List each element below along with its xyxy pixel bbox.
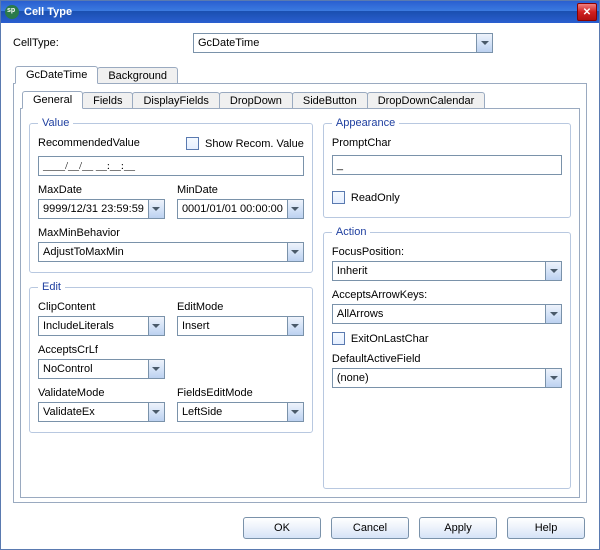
tab-dropdowncalendar[interactable]: DropDownCalendar bbox=[367, 92, 486, 108]
defaultactivefield-combo[interactable]: (none) bbox=[332, 368, 562, 388]
chevron-down-icon[interactable] bbox=[287, 403, 303, 421]
tab-displayfields[interactable]: DisplayFields bbox=[132, 92, 219, 108]
outer-tabstrip: GcDateTime Background bbox=[13, 65, 587, 83]
mindate-combo[interactable]: 0001/01/01 00:00:00 bbox=[177, 199, 304, 219]
value-legend: Value bbox=[38, 117, 73, 129]
inner-tabstrip: General Fields DisplayFields DropDown Si… bbox=[20, 90, 580, 108]
maxminbehavior-value: AdjustToMaxMin bbox=[39, 243, 287, 261]
close-button[interactable]: ✕ bbox=[577, 3, 597, 21]
fieldseditmode-label: FieldsEditMode bbox=[177, 387, 304, 399]
recommendedvalue-label: RecommendedValue bbox=[38, 137, 174, 149]
readonly-checkbox[interactable]: ReadOnly bbox=[332, 191, 400, 204]
tab-dropdown[interactable]: DropDown bbox=[219, 92, 293, 108]
exitonlastchar-label: ExitOnLastChar bbox=[351, 333, 429, 345]
editmode-value: Insert bbox=[178, 317, 287, 335]
chevron-down-icon[interactable] bbox=[545, 305, 561, 323]
defaultactivefield-value: (none) bbox=[333, 369, 545, 387]
action-legend: Action bbox=[332, 226, 371, 238]
action-group: Action FocusPosition: Inherit bbox=[323, 226, 571, 489]
edit-legend: Edit bbox=[38, 281, 65, 293]
promptchar-input[interactable]: _ bbox=[332, 155, 562, 175]
dialog-content: CellType: GcDateTime GcDateTime Backgrou… bbox=[1, 23, 599, 509]
chevron-down-icon[interactable] bbox=[287, 200, 303, 218]
chevron-down-icon[interactable] bbox=[545, 262, 561, 280]
validatemode-value: ValidateEx bbox=[39, 403, 148, 421]
editmode-combo[interactable]: Insert bbox=[177, 316, 304, 336]
maxminbehavior-combo[interactable]: AdjustToMaxMin bbox=[38, 242, 304, 262]
tab-sidebutton[interactable]: SideButton bbox=[292, 92, 368, 108]
chevron-down-icon[interactable] bbox=[148, 200, 164, 218]
left-column: Value RecommendedValue Show Recom. bbox=[29, 117, 313, 489]
outer-tabcontrol: GcDateTime Background General Fields Dis… bbox=[13, 65, 587, 503]
chevron-down-icon[interactable] bbox=[287, 243, 303, 261]
right-column: Appearance PromptChar _ ReadOnly bbox=[323, 117, 571, 489]
maxdate-label: MaxDate bbox=[38, 184, 165, 196]
exitonlastchar-checkbox[interactable]: ExitOnLastChar bbox=[332, 332, 429, 345]
showrecom-checkbox[interactable]: Show Recom. Value bbox=[186, 137, 304, 150]
checkbox-icon bbox=[332, 332, 345, 345]
cancel-button[interactable]: Cancel bbox=[331, 517, 409, 539]
tab-gcdatetime[interactable]: GcDateTime bbox=[15, 66, 98, 84]
acceptscrlf-value: NoControl bbox=[39, 360, 148, 378]
tab-fields[interactable]: Fields bbox=[82, 92, 133, 108]
celltype-row: CellType: GcDateTime bbox=[13, 33, 587, 53]
tab-background[interactable]: Background bbox=[97, 67, 178, 83]
acceptsarrowkeys-combo[interactable]: AllArrows bbox=[332, 304, 562, 324]
apply-button[interactable]: Apply bbox=[419, 517, 497, 539]
fieldseditmode-combo[interactable]: LeftSide bbox=[177, 402, 304, 422]
acceptsarrowkeys-label: AcceptsArrowKeys: bbox=[332, 289, 562, 301]
value-group: Value RecommendedValue Show Recom. bbox=[29, 117, 313, 273]
app-icon bbox=[5, 5, 19, 19]
validatemode-label: ValidateMode bbox=[38, 387, 165, 399]
maxdate-value: 9999/12/31 23:59:59 bbox=[39, 200, 148, 218]
dialog-button-row: OK Cancel Apply Help bbox=[1, 509, 599, 549]
dialog-window: Cell Type ✕ CellType: GcDateTime GcDateT… bbox=[0, 0, 600, 550]
acceptsarrowkeys-value: AllArrows bbox=[333, 305, 545, 323]
chevron-down-icon[interactable] bbox=[148, 403, 164, 421]
clipcontent-combo[interactable]: IncludeLiterals bbox=[38, 316, 165, 336]
edit-group: Edit ClipContent IncludeLiterals bbox=[29, 281, 313, 433]
ok-button[interactable]: OK bbox=[243, 517, 321, 539]
celltype-label: CellType: bbox=[13, 37, 193, 49]
chevron-down-icon[interactable] bbox=[287, 317, 303, 335]
window-title: Cell Type bbox=[24, 6, 577, 18]
focusposition-value: Inherit bbox=[333, 262, 545, 280]
titlebar: Cell Type ✕ bbox=[1, 1, 599, 23]
promptchar-label: PromptChar bbox=[332, 137, 562, 149]
checkbox-icon bbox=[332, 191, 345, 204]
defaultactivefield-label: DefaultActiveField bbox=[332, 353, 562, 365]
fieldseditmode-value: LeftSide bbox=[178, 403, 287, 421]
appearance-group: Appearance PromptChar _ ReadOnly bbox=[323, 117, 571, 218]
celltype-value: GcDateTime bbox=[194, 34, 476, 52]
celltype-combo[interactable]: GcDateTime bbox=[193, 33, 493, 53]
clipcontent-label: ClipContent bbox=[38, 301, 165, 313]
maxminbehavior-label: MaxMinBehavior bbox=[38, 227, 304, 239]
inner-tabpanel: Value RecommendedValue Show Recom. bbox=[20, 108, 580, 498]
chevron-down-icon[interactable] bbox=[545, 369, 561, 387]
showrecom-label: Show Recom. Value bbox=[205, 138, 304, 150]
acceptscrlf-combo[interactable]: NoControl bbox=[38, 359, 165, 379]
appearance-legend: Appearance bbox=[332, 117, 399, 129]
focusposition-combo[interactable]: Inherit bbox=[332, 261, 562, 281]
outer-tabpanel: General Fields DisplayFields DropDown Si… bbox=[13, 83, 587, 503]
checkbox-icon bbox=[186, 137, 199, 150]
focusposition-label: FocusPosition: bbox=[332, 246, 562, 258]
mindate-label: MinDate bbox=[177, 184, 304, 196]
chevron-down-icon[interactable] bbox=[476, 34, 492, 52]
close-icon: ✕ bbox=[583, 7, 591, 18]
readonly-label: ReadOnly bbox=[351, 192, 400, 204]
tab-general[interactable]: General bbox=[22, 91, 83, 109]
chevron-down-icon[interactable] bbox=[148, 317, 164, 335]
mindate-value: 0001/01/01 00:00:00 bbox=[178, 200, 287, 218]
acceptscrlf-label: AcceptsCrLf bbox=[38, 344, 165, 356]
inner-tabcontrol: General Fields DisplayFields DropDown Si… bbox=[20, 90, 580, 498]
validatemode-combo[interactable]: ValidateEx bbox=[38, 402, 165, 422]
editmode-label: EditMode bbox=[177, 301, 304, 313]
recommendedvalue-input[interactable]: ____/__/__ __:__:__ bbox=[38, 156, 304, 176]
chevron-down-icon[interactable] bbox=[148, 360, 164, 378]
help-button[interactable]: Help bbox=[507, 517, 585, 539]
maxdate-combo[interactable]: 9999/12/31 23:59:59 bbox=[38, 199, 165, 219]
clipcontent-value: IncludeLiterals bbox=[39, 317, 148, 335]
